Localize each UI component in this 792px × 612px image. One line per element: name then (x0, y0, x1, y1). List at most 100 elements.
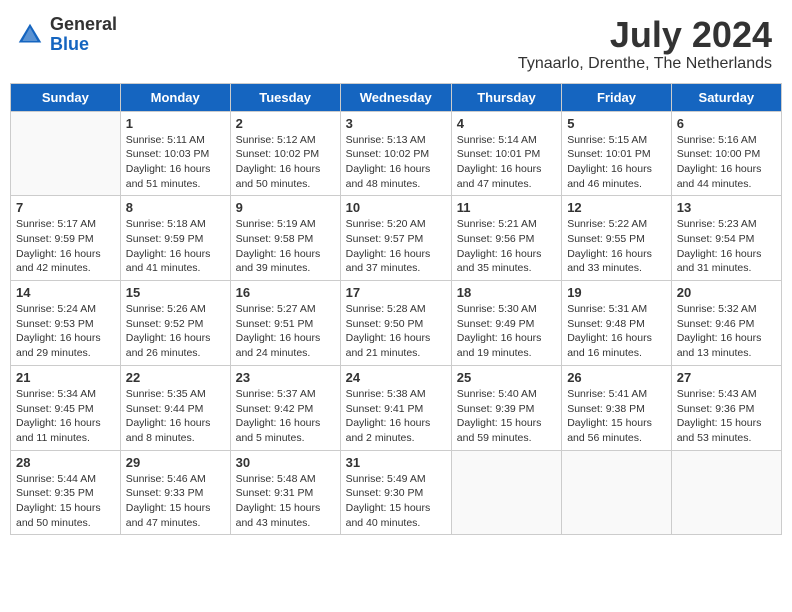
day-number: 22 (126, 370, 225, 385)
table-row: 17 Sunrise: 5:28 AM Sunset: 9:50 PM Dayli… (340, 281, 451, 366)
day-info: Sunrise: 5:12 AM Sunset: 10:02 PM Daylig… (236, 133, 335, 192)
day-number: 18 (457, 285, 556, 300)
col-sunday: Sunday (11, 83, 121, 111)
day-number: 23 (236, 370, 335, 385)
day-info: Sunrise: 5:46 AM Sunset: 9:33 PM Dayligh… (126, 472, 225, 531)
table-row: 7Sunrise: 5:17 AM Sunset: 9:59 PM Daylig… (11, 196, 121, 281)
calendar-week-row: 21 Sunrise: 5:34 AM Sunset: 9:45 PM Dayli… (11, 365, 782, 450)
table-row: 15 Sunrise: 5:26 AM Sunset: 9:52 PM Dayli… (120, 281, 230, 366)
day-number: 3 (346, 116, 446, 131)
day-info: Sunrise: 5:32 AM Sunset: 9:46 PM Dayligh… (677, 302, 776, 361)
day-number: 2 (236, 116, 335, 131)
table-row: 5 Sunrise: 5:15 AM Sunset: 10:01 PM Dayli… (562, 111, 672, 196)
table-row (11, 111, 121, 196)
day-info: Sunrise: 5:28 AM Sunset: 9:50 PM Dayligh… (346, 302, 446, 361)
logo-blue-text: Blue (50, 35, 117, 55)
day-number: 9 (236, 200, 335, 215)
logo-icon (15, 20, 45, 50)
day-number: 5 (567, 116, 666, 131)
table-row: 27 Sunrise: 5:43 AM Sunset: 9:36 PM Dayli… (671, 365, 781, 450)
day-number: 1 (126, 116, 225, 131)
calendar-header-row: Sunday Monday Tuesday Wednesday Thursday… (11, 83, 782, 111)
day-info: Sunrise: 5:15 AM Sunset: 10:01 PM Daylig… (567, 133, 666, 192)
day-number: 17 (346, 285, 446, 300)
day-number: 11 (457, 200, 556, 215)
table-row: 10 Sunrise: 5:20 AM Sunset: 9:57 PM Dayli… (340, 196, 451, 281)
day-number: 21 (16, 370, 115, 385)
day-info: Sunrise: 5:24 AM Sunset: 9:53 PM Dayligh… (16, 302, 115, 361)
logo: General Blue (15, 15, 117, 55)
day-info: Sunrise: 5:35 AM Sunset: 9:44 PM Dayligh… (126, 387, 225, 446)
day-number: 31 (346, 455, 446, 470)
table-row: 1 Sunrise: 5:11 AM Sunset: 10:03 PM Dayli… (120, 111, 230, 196)
day-info: Sunrise: 5:40 AM Sunset: 9:39 PM Dayligh… (457, 387, 556, 446)
table-row (671, 450, 781, 535)
day-info: Sunrise: 5:21 AM Sunset: 9:56 PM Dayligh… (457, 217, 556, 276)
table-row: 26Sunrise: 5:41 AM Sunset: 9:38 PM Dayli… (562, 365, 672, 450)
table-row: 20 Sunrise: 5:32 AM Sunset: 9:46 PM Dayli… (671, 281, 781, 366)
day-number: 14 (16, 285, 115, 300)
table-row: 11 Sunrise: 5:21 AM Sunset: 9:56 PM Dayli… (451, 196, 561, 281)
calendar-week-row: 1 Sunrise: 5:11 AM Sunset: 10:03 PM Dayli… (11, 111, 782, 196)
day-info: Sunrise: 5:14 AM Sunset: 10:01 PM Daylig… (457, 133, 556, 192)
table-row: 21 Sunrise: 5:34 AM Sunset: 9:45 PM Dayli… (11, 365, 121, 450)
day-info: Sunrise: 5:13 AM Sunset: 10:02 PM Daylig… (346, 133, 446, 192)
col-friday: Friday (562, 83, 672, 111)
day-info: Sunrise: 5:17 AM Sunset: 9:59 PM Dayligh… (16, 217, 115, 276)
day-info: Sunrise: 5:20 AM Sunset: 9:57 PM Dayligh… (346, 217, 446, 276)
day-info: Sunrise: 5:41 AM Sunset: 9:38 PM Dayligh… (567, 387, 666, 446)
day-info: Sunrise: 5:27 AM Sunset: 9:51 PM Dayligh… (236, 302, 335, 361)
table-row: 24 Sunrise: 5:38 AM Sunset: 9:41 PM Dayli… (340, 365, 451, 450)
day-info: Sunrise: 5:31 AM Sunset: 9:48 PM Dayligh… (567, 302, 666, 361)
table-row: 23 Sunrise: 5:37 AM Sunset: 9:42 PM Dayli… (230, 365, 340, 450)
table-row: 3 Sunrise: 5:13 AM Sunset: 10:02 PM Dayli… (340, 111, 451, 196)
day-info: Sunrise: 5:44 AM Sunset: 9:35 PM Dayligh… (16, 472, 115, 531)
day-number: 6 (677, 116, 776, 131)
day-number: 25 (457, 370, 556, 385)
table-row: 13Sunrise: 5:23 AM Sunset: 9:54 PM Dayli… (671, 196, 781, 281)
table-row: 2 Sunrise: 5:12 AM Sunset: 10:02 PM Dayli… (230, 111, 340, 196)
day-number: 28 (16, 455, 115, 470)
day-info: Sunrise: 5:26 AM Sunset: 9:52 PM Dayligh… (126, 302, 225, 361)
day-info: Sunrise: 5:49 AM Sunset: 9:30 PM Dayligh… (346, 472, 446, 531)
day-info: Sunrise: 5:11 AM Sunset: 10:03 PM Daylig… (126, 133, 225, 192)
day-info: Sunrise: 5:30 AM Sunset: 9:49 PM Dayligh… (457, 302, 556, 361)
day-number: 24 (346, 370, 446, 385)
table-row: 28 Sunrise: 5:44 AM Sunset: 9:35 PM Dayli… (11, 450, 121, 535)
day-info: Sunrise: 5:48 AM Sunset: 9:31 PM Dayligh… (236, 472, 335, 531)
day-number: 27 (677, 370, 776, 385)
table-row: 4Sunrise: 5:14 AM Sunset: 10:01 PM Dayli… (451, 111, 561, 196)
calendar-week-row: 14 Sunrise: 5:24 AM Sunset: 9:53 PM Dayli… (11, 281, 782, 366)
table-row: 22 Sunrise: 5:35 AM Sunset: 9:44 PM Dayli… (120, 365, 230, 450)
table-row: 18 Sunrise: 5:30 AM Sunset: 9:49 PM Dayli… (451, 281, 561, 366)
col-wednesday: Wednesday (340, 83, 451, 111)
day-info: Sunrise: 5:38 AM Sunset: 9:41 PM Dayligh… (346, 387, 446, 446)
col-monday: Monday (120, 83, 230, 111)
table-row: 16 Sunrise: 5:27 AM Sunset: 9:51 PM Dayli… (230, 281, 340, 366)
table-row: 30Sunrise: 5:48 AM Sunset: 9:31 PM Dayli… (230, 450, 340, 535)
col-tuesday: Tuesday (230, 83, 340, 111)
day-number: 16 (236, 285, 335, 300)
table-row: 9Sunrise: 5:19 AM Sunset: 9:58 PM Daylig… (230, 196, 340, 281)
day-number: 10 (346, 200, 446, 215)
day-info: Sunrise: 5:34 AM Sunset: 9:45 PM Dayligh… (16, 387, 115, 446)
table-row: 6Sunrise: 5:16 AM Sunset: 10:00 PM Dayli… (671, 111, 781, 196)
day-number: 20 (677, 285, 776, 300)
table-row (451, 450, 561, 535)
day-info: Sunrise: 5:37 AM Sunset: 9:42 PM Dayligh… (236, 387, 335, 446)
col-saturday: Saturday (671, 83, 781, 111)
table-row: 31 Sunrise: 5:49 AM Sunset: 9:30 PM Dayli… (340, 450, 451, 535)
table-row: 8Sunrise: 5:18 AM Sunset: 9:59 PM Daylig… (120, 196, 230, 281)
col-thursday: Thursday (451, 83, 561, 111)
table-row: 12Sunrise: 5:22 AM Sunset: 9:55 PM Dayli… (562, 196, 672, 281)
calendar-week-row: 28 Sunrise: 5:44 AM Sunset: 9:35 PM Dayli… (11, 450, 782, 535)
day-number: 15 (126, 285, 225, 300)
day-number: 19 (567, 285, 666, 300)
calendar-week-row: 7Sunrise: 5:17 AM Sunset: 9:59 PM Daylig… (11, 196, 782, 281)
table-row (562, 450, 672, 535)
page-header: General Blue July 2024 Tynaarlo, Drenthe… (10, 10, 782, 78)
table-row: 25 Sunrise: 5:40 AM Sunset: 9:39 PM Dayli… (451, 365, 561, 450)
day-info: Sunrise: 5:43 AM Sunset: 9:36 PM Dayligh… (677, 387, 776, 446)
day-info: Sunrise: 5:23 AM Sunset: 9:54 PM Dayligh… (677, 217, 776, 276)
month-year-title: July 2024 (518, 15, 772, 55)
